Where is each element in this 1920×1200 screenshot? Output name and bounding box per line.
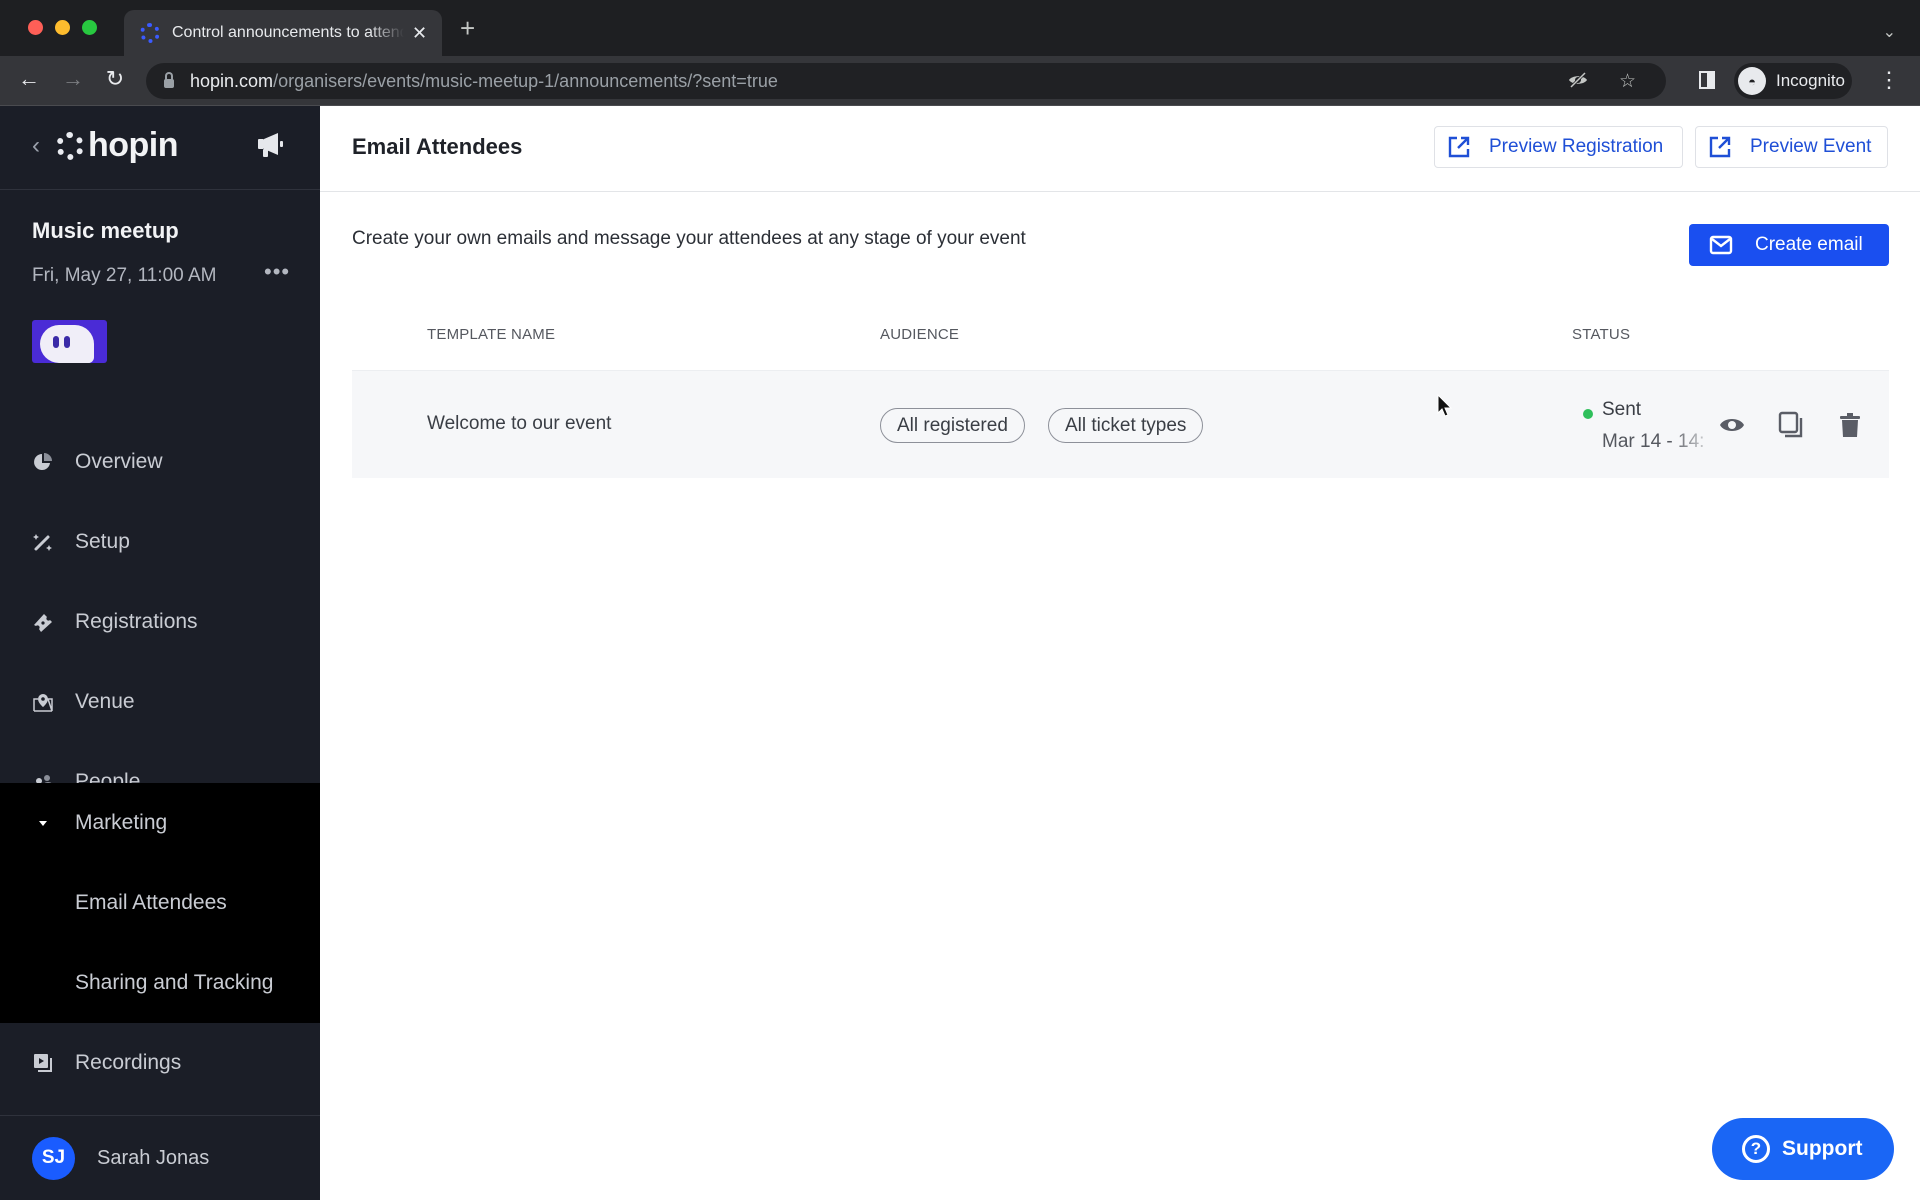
button-label: Preview Event — [1750, 136, 1872, 157]
ghost-logo-icon — [40, 325, 94, 363]
chevron-down-icon[interactable]: ⌄ — [1883, 22, 1896, 42]
venue-pin-icon — [33, 694, 53, 712]
page-header: Email Attendees Preview Registration Pre… — [320, 106, 1920, 192]
event-date: Fri, May 27, 11:00 AM — [32, 265, 217, 286]
sidebar-item-marketing[interactable]: Marketing — [0, 783, 320, 863]
user-profile[interactable]: SJ Sarah Jonas — [0, 1115, 320, 1200]
help-icon: ? — [1742, 1135, 1770, 1163]
tab-strip: Control announcements to attendees ✕ + ⌄ — [0, 0, 1920, 56]
window-minimize-button[interactable] — [55, 20, 70, 35]
column-header-template-name[interactable]: TEMPLATE NAME — [427, 326, 555, 343]
logo-text: hopin — [88, 126, 179, 164]
intro-text: Create your own emails and message your … — [352, 228, 1026, 249]
tab-title: Control announcements to attendees — [172, 24, 404, 41]
audience-chip: All registered — [880, 408, 1025, 443]
avatar: SJ — [32, 1136, 75, 1180]
chevron-left-icon[interactable]: ‹ — [32, 132, 40, 160]
megaphone-icon[interactable] — [256, 130, 288, 160]
marketing-section: Marketing Email Attendees Sharing and Tr… — [0, 783, 320, 1023]
address-bar[interactable]: hopin.com/organisers/events/music-meetup… — [146, 63, 1666, 99]
audience-chip: All ticket types — [1048, 408, 1204, 443]
envelope-icon — [1709, 235, 1733, 255]
support-label: Support — [1782, 1137, 1863, 1160]
status-dot-icon — [1583, 409, 1593, 419]
url-host: hopin.com — [190, 70, 274, 91]
browser-window: Control announcements to attendees ✕ + ⌄… — [0, 0, 1920, 1200]
nav-label: Setup — [75, 530, 130, 553]
plus-icon[interactable]: + — [460, 15, 475, 41]
column-header-status[interactable]: STATUS — [1572, 326, 1630, 343]
browser-toolbar: ← → ↻ hopin.com/organisers/events/music-… — [0, 56, 1920, 106]
nav-label: Overview — [75, 450, 163, 473]
incognito-label: Incognito — [1776, 71, 1845, 90]
status-date: Mar 14 - 14: — [1602, 431, 1705, 452]
recordings-icon — [34, 1054, 52, 1072]
page-title: Email Attendees — [352, 134, 523, 159]
eye-off-icon[interactable] — [1568, 70, 1588, 90]
sidebar-item-overview[interactable]: Overview — [0, 422, 320, 502]
pie-chart-icon — [34, 453, 52, 470]
sidebar-item-recordings[interactable]: Recordings — [0, 1023, 320, 1103]
sidebar-item-email-attendees[interactable]: Email Attendees — [0, 863, 320, 943]
ticket-icon — [34, 614, 52, 632]
caret-down-icon — [39, 821, 47, 826]
nav-label: Marketing — [75, 811, 168, 834]
star-icon[interactable]: ☆ — [1619, 70, 1636, 93]
external-link-icon — [1448, 136, 1470, 158]
close-icon[interactable]: ✕ — [412, 23, 427, 44]
kebab-menu-icon[interactable]: ⋮ — [1878, 67, 1900, 93]
sidebar-item-venue[interactable]: Venue — [0, 662, 320, 742]
template-name: Welcome to our event — [427, 413, 612, 434]
event-name: Music meetup — [32, 218, 179, 243]
sidebar-item-setup[interactable]: Setup — [0, 502, 320, 582]
window-maximize-button[interactable] — [82, 20, 97, 35]
nav-label: Sharing and Tracking — [75, 971, 274, 994]
nav-label: Registrations — [75, 610, 198, 633]
hopin-favicon-icon — [140, 23, 160, 43]
forward-arrow-icon[interactable]: → — [58, 66, 88, 92]
external-link-icon — [1709, 136, 1731, 158]
table-row[interactable]: Welcome to our event All registered All … — [352, 370, 1889, 478]
incognito-icon: ◓ — [1738, 67, 1766, 95]
more-options-icon[interactable]: ••• — [264, 259, 290, 285]
eye-icon[interactable] — [1718, 411, 1746, 439]
magic-wand-icon — [33, 534, 52, 551]
reload-icon[interactable]: ↻ — [100, 66, 130, 92]
sidebar-header: ‹ hopin — [0, 106, 320, 190]
sidebar: ‹ hopin Music meetup Fri, May 27, 11:00 … — [0, 106, 320, 1200]
main-content: Email Attendees Preview Registration Pre… — [320, 106, 1920, 1200]
url-path: /organisers/events/music-meetup-1/announ… — [273, 70, 778, 91]
side-panel-icon[interactable] — [1699, 71, 1715, 89]
support-button[interactable]: ? Support — [1712, 1118, 1894, 1180]
copy-icon[interactable] — [1777, 411, 1805, 439]
create-email-button[interactable]: Create email — [1689, 224, 1889, 266]
preview-registration-button[interactable]: Preview Registration — [1434, 126, 1683, 168]
sidebar-item-registrations[interactable]: Registrations — [0, 582, 320, 662]
button-label: Create email — [1755, 234, 1863, 255]
nav-label: Venue — [75, 690, 135, 713]
nav-label: Email Attendees — [75, 891, 227, 914]
preview-event-button[interactable]: Preview Event — [1695, 126, 1888, 168]
window-close-button[interactable] — [28, 20, 43, 35]
trash-icon[interactable] — [1836, 411, 1864, 439]
status-badge: Sent — [1602, 399, 1642, 420]
back-arrow-icon[interactable]: ← — [14, 66, 44, 92]
hopin-logo-mark-icon — [56, 131, 84, 160]
hopin-app: ‹ hopin Music meetup Fri, May 27, 11:00 … — [0, 106, 1920, 1200]
button-label: Preview Registration — [1489, 136, 1664, 157]
lock-icon — [164, 72, 174, 88]
hopin-logo[interactable]: hopin — [56, 126, 179, 165]
nav-label: Recordings — [75, 1051, 182, 1074]
mouse-cursor-icon — [1437, 394, 1453, 417]
browser-tab[interactable]: Control announcements to attendees ✕ — [124, 10, 442, 56]
user-name: Sarah Jonas — [97, 1146, 210, 1169]
incognito-profile-button[interactable]: ◓ Incognito — [1734, 63, 1852, 99]
column-header-audience[interactable]: AUDIENCE — [880, 326, 959, 343]
sidebar-item-sharing-tracking[interactable]: Sharing and Tracking — [0, 943, 320, 1023]
event-thumbnail[interactable] — [32, 320, 107, 363]
